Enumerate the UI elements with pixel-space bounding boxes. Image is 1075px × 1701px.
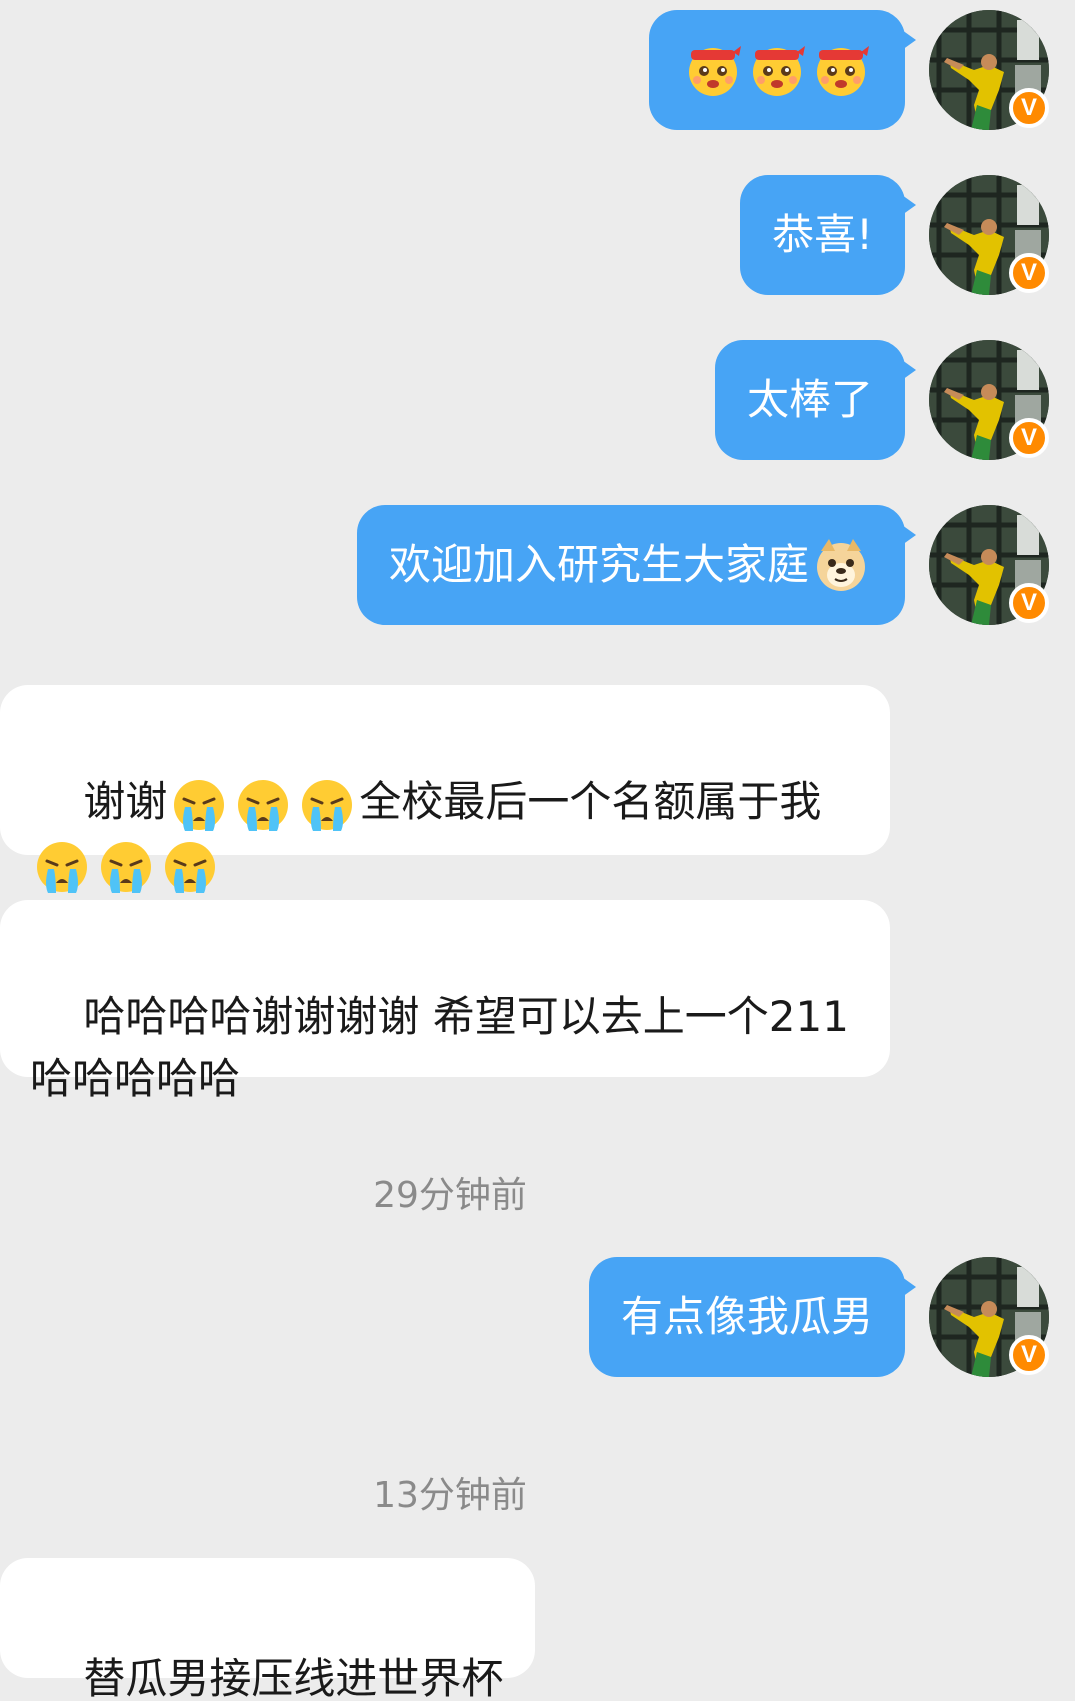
verified-badge-icon: V bbox=[1009, 253, 1049, 293]
message-bubble-outgoing[interactable] bbox=[649, 10, 916, 130]
verified-badge-icon: V bbox=[1009, 88, 1049, 128]
chat-thread[interactable]: V 恭喜! V 太棒了 V 欢迎加入研究生大家庭 V 谢谢 全校最后一个名额属于我… bbox=[0, 0, 1075, 1701]
crying-emoji-icon bbox=[35, 840, 89, 894]
message-text: 谢谢 bbox=[83, 777, 168, 826]
message-bubble-outgoing[interactable]: 欢迎加入研究生大家庭 bbox=[356, 505, 917, 625]
timestamp: 13分钟前 bbox=[373, 1475, 527, 1516]
verified-badge-icon: V bbox=[1009, 583, 1049, 623]
message-bubble-incoming[interactable]: 谢谢 全校最后一个名额属于我 bbox=[0, 685, 890, 894]
doge-emoji-icon bbox=[816, 538, 866, 592]
message-text: 恭喜! bbox=[772, 210, 873, 259]
celebrate-emoji-icon bbox=[753, 46, 805, 96]
timestamp: 29分钟前 bbox=[373, 1175, 527, 1216]
message-text: 欢迎加入研究生大家庭 bbox=[388, 540, 809, 589]
message-text: 哈哈哈哈谢谢谢谢 希望可以去上一个211哈哈哈哈哈 bbox=[30, 992, 849, 1103]
message-text: 太棒了 bbox=[746, 375, 873, 424]
crying-emoji-icon bbox=[300, 778, 354, 832]
message-bubble-outgoing[interactable]: 太棒了 bbox=[714, 340, 917, 460]
crying-emoji-icon bbox=[172, 778, 226, 832]
verified-badge-icon: V bbox=[1009, 418, 1049, 458]
crying-emoji-icon bbox=[163, 840, 217, 894]
verified-badge-icon: V bbox=[1009, 1335, 1049, 1375]
message-bubble-incoming[interactable]: 哈哈哈哈谢谢谢谢 希望可以去上一个211哈哈哈哈哈 bbox=[0, 900, 890, 1103]
celebrate-emoji-icon bbox=[817, 46, 869, 96]
message-text: 有点像我瓜男 bbox=[620, 1292, 873, 1341]
message-text: 替瓜男接压线进世界杯 bbox=[83, 1654, 504, 1701]
message-text: 全校最后一个名额属于我 bbox=[359, 777, 822, 826]
message-bubble-outgoing[interactable]: 恭喜! bbox=[740, 175, 916, 295]
message-bubble-incoming[interactable]: 替瓜男接压线进世界杯 bbox=[0, 1558, 536, 1701]
crying-emoji-icon bbox=[99, 840, 153, 894]
celebrate-emoji-icon bbox=[689, 46, 741, 96]
message-bubble-outgoing[interactable]: 有点像我瓜男 bbox=[588, 1257, 917, 1377]
crying-emoji-icon bbox=[236, 778, 290, 832]
